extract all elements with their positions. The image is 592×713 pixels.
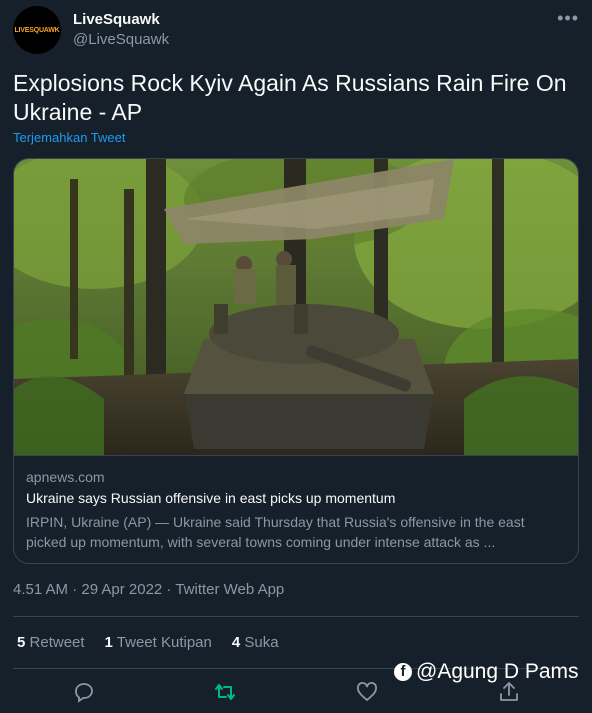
like-count: 4	[231, 634, 241, 651]
quote-stat-label: Tweet Kutipan	[116, 634, 212, 651]
retweet-stat[interactable]: 5 Retweet	[17, 634, 85, 651]
like-stat[interactable]: 4 Suka	[232, 634, 279, 651]
account-name[interactable]: LiveSquawk	[73, 11, 160, 28]
watermark-text: @Agung D Pams	[416, 660, 579, 683]
like-stat-label: Suka	[244, 634, 279, 651]
like-icon[interactable]	[355, 680, 379, 704]
facebook-icon: f	[394, 663, 412, 681]
link-card[interactable]: apnews.com Ukraine says Russian offensiv…	[13, 158, 579, 564]
retweet-icon[interactable]	[213, 680, 237, 704]
card-image	[14, 159, 578, 455]
card-title: Ukraine says Russian offensive in east p…	[26, 490, 396, 506]
translate-tweet-link[interactable]: Terjemahkan Tweet	[13, 130, 126, 145]
tweet-timestamp[interactable]: 4.51 AM · 29 Apr 2022 · Twitter Web App	[13, 581, 284, 598]
quote-count: 1	[104, 634, 113, 651]
avatar-logo-text: LIVESQUAWK	[14, 26, 60, 34]
reply-icon[interactable]	[72, 680, 96, 704]
card-domain: apnews.com	[26, 469, 105, 485]
retweet-stat-label: Retweet	[29, 634, 85, 651]
avatar[interactable]: LIVESQUAWK	[13, 6, 61, 54]
card-body: apnews.com Ukraine says Russian offensiv…	[14, 455, 578, 563]
divider	[13, 616, 579, 617]
tweet-header: LIVESQUAWK LiveSquawk @LiveSquawk •••	[13, 6, 579, 56]
retweet-count: 5	[17, 634, 26, 651]
tweet-text: Explosions Rock Kyiv Again As Russians R…	[13, 70, 567, 125]
card-description: IRPIN, Ukraine (AP) — Ukraine said Thurs…	[26, 514, 525, 550]
tweet-stats: 5 Retweet 1 Tweet Kutipan 4 Suka	[17, 634, 279, 651]
watermark: f @Agung D Pams	[394, 660, 579, 684]
quote-stat[interactable]: 1 Tweet Kutipan	[105, 634, 212, 651]
more-icon[interactable]: •••	[557, 8, 579, 29]
account-handle[interactable]: @LiveSquawk	[73, 31, 169, 48]
